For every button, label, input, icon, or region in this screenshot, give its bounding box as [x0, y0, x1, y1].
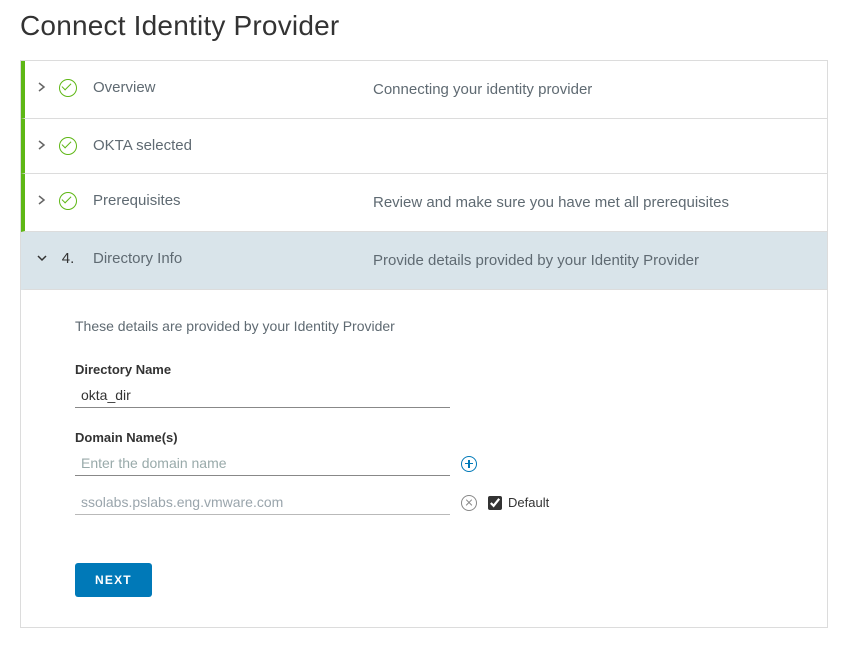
chevron-right-icon: [37, 139, 53, 153]
step-status-icon: [53, 192, 83, 210]
domain-entry-value[interactable]: [75, 490, 450, 515]
domain-entry-row: Default: [75, 490, 807, 515]
chevron-down-icon: [37, 252, 53, 266]
domain-name-input[interactable]: [75, 451, 450, 476]
domain-add-row: [75, 451, 807, 476]
check-circle-icon: [59, 192, 77, 210]
step-title: Directory Info: [83, 250, 373, 267]
step-number: 4.: [62, 250, 75, 267]
chevron-right-icon: [37, 81, 53, 95]
plus-circle-icon: [461, 456, 477, 472]
step-status-number: 4.: [53, 250, 83, 267]
step-title: Overview: [83, 79, 373, 96]
step-desc: Review and make sure you have met all pr…: [373, 192, 807, 213]
default-checkbox[interactable]: [488, 496, 502, 510]
default-checkbox-label: Default: [508, 495, 549, 510]
x-circle-icon: [461, 495, 477, 511]
directory-info-body: These details are provided by your Ident…: [21, 290, 827, 627]
domain-names-label: Domain Name(s): [75, 430, 807, 445]
default-checkbox-wrap[interactable]: Default: [488, 495, 549, 510]
check-circle-icon: [59, 79, 77, 97]
remove-domain-button[interactable]: [460, 494, 478, 512]
add-domain-button[interactable]: [460, 455, 478, 473]
wizard-step-directory-info[interactable]: 4. Directory Info Provide details provid…: [21, 232, 827, 290]
step-title: OKTA selected: [83, 137, 373, 154]
wizard-container: Overview Connecting your identity provid…: [20, 60, 828, 628]
directory-name-input[interactable]: [75, 383, 450, 408]
directory-name-label: Directory Name: [75, 362, 807, 377]
domain-names-group: Domain Name(s) Default: [75, 430, 807, 515]
step-title: Prerequisites: [83, 192, 373, 209]
wizard-step-okta[interactable]: OKTA selected: [21, 119, 827, 174]
wizard-step-prerequisites[interactable]: Prerequisites Review and make sure you h…: [21, 174, 827, 232]
intro-text: These details are provided by your Ident…: [75, 318, 807, 334]
chevron-right-icon: [37, 194, 53, 208]
step-desc: Provide details provided by your Identit…: [373, 250, 807, 271]
step-status-icon: [53, 137, 83, 155]
wizard-step-overview[interactable]: Overview Connecting your identity provid…: [21, 61, 827, 119]
step-status-icon: [53, 79, 83, 97]
step-desc: Connecting your identity provider: [373, 79, 807, 100]
check-circle-icon: [59, 137, 77, 155]
page-title: Connect Identity Provider: [20, 10, 828, 42]
directory-name-group: Directory Name: [75, 362, 807, 408]
next-button[interactable]: NEXT: [75, 563, 152, 597]
